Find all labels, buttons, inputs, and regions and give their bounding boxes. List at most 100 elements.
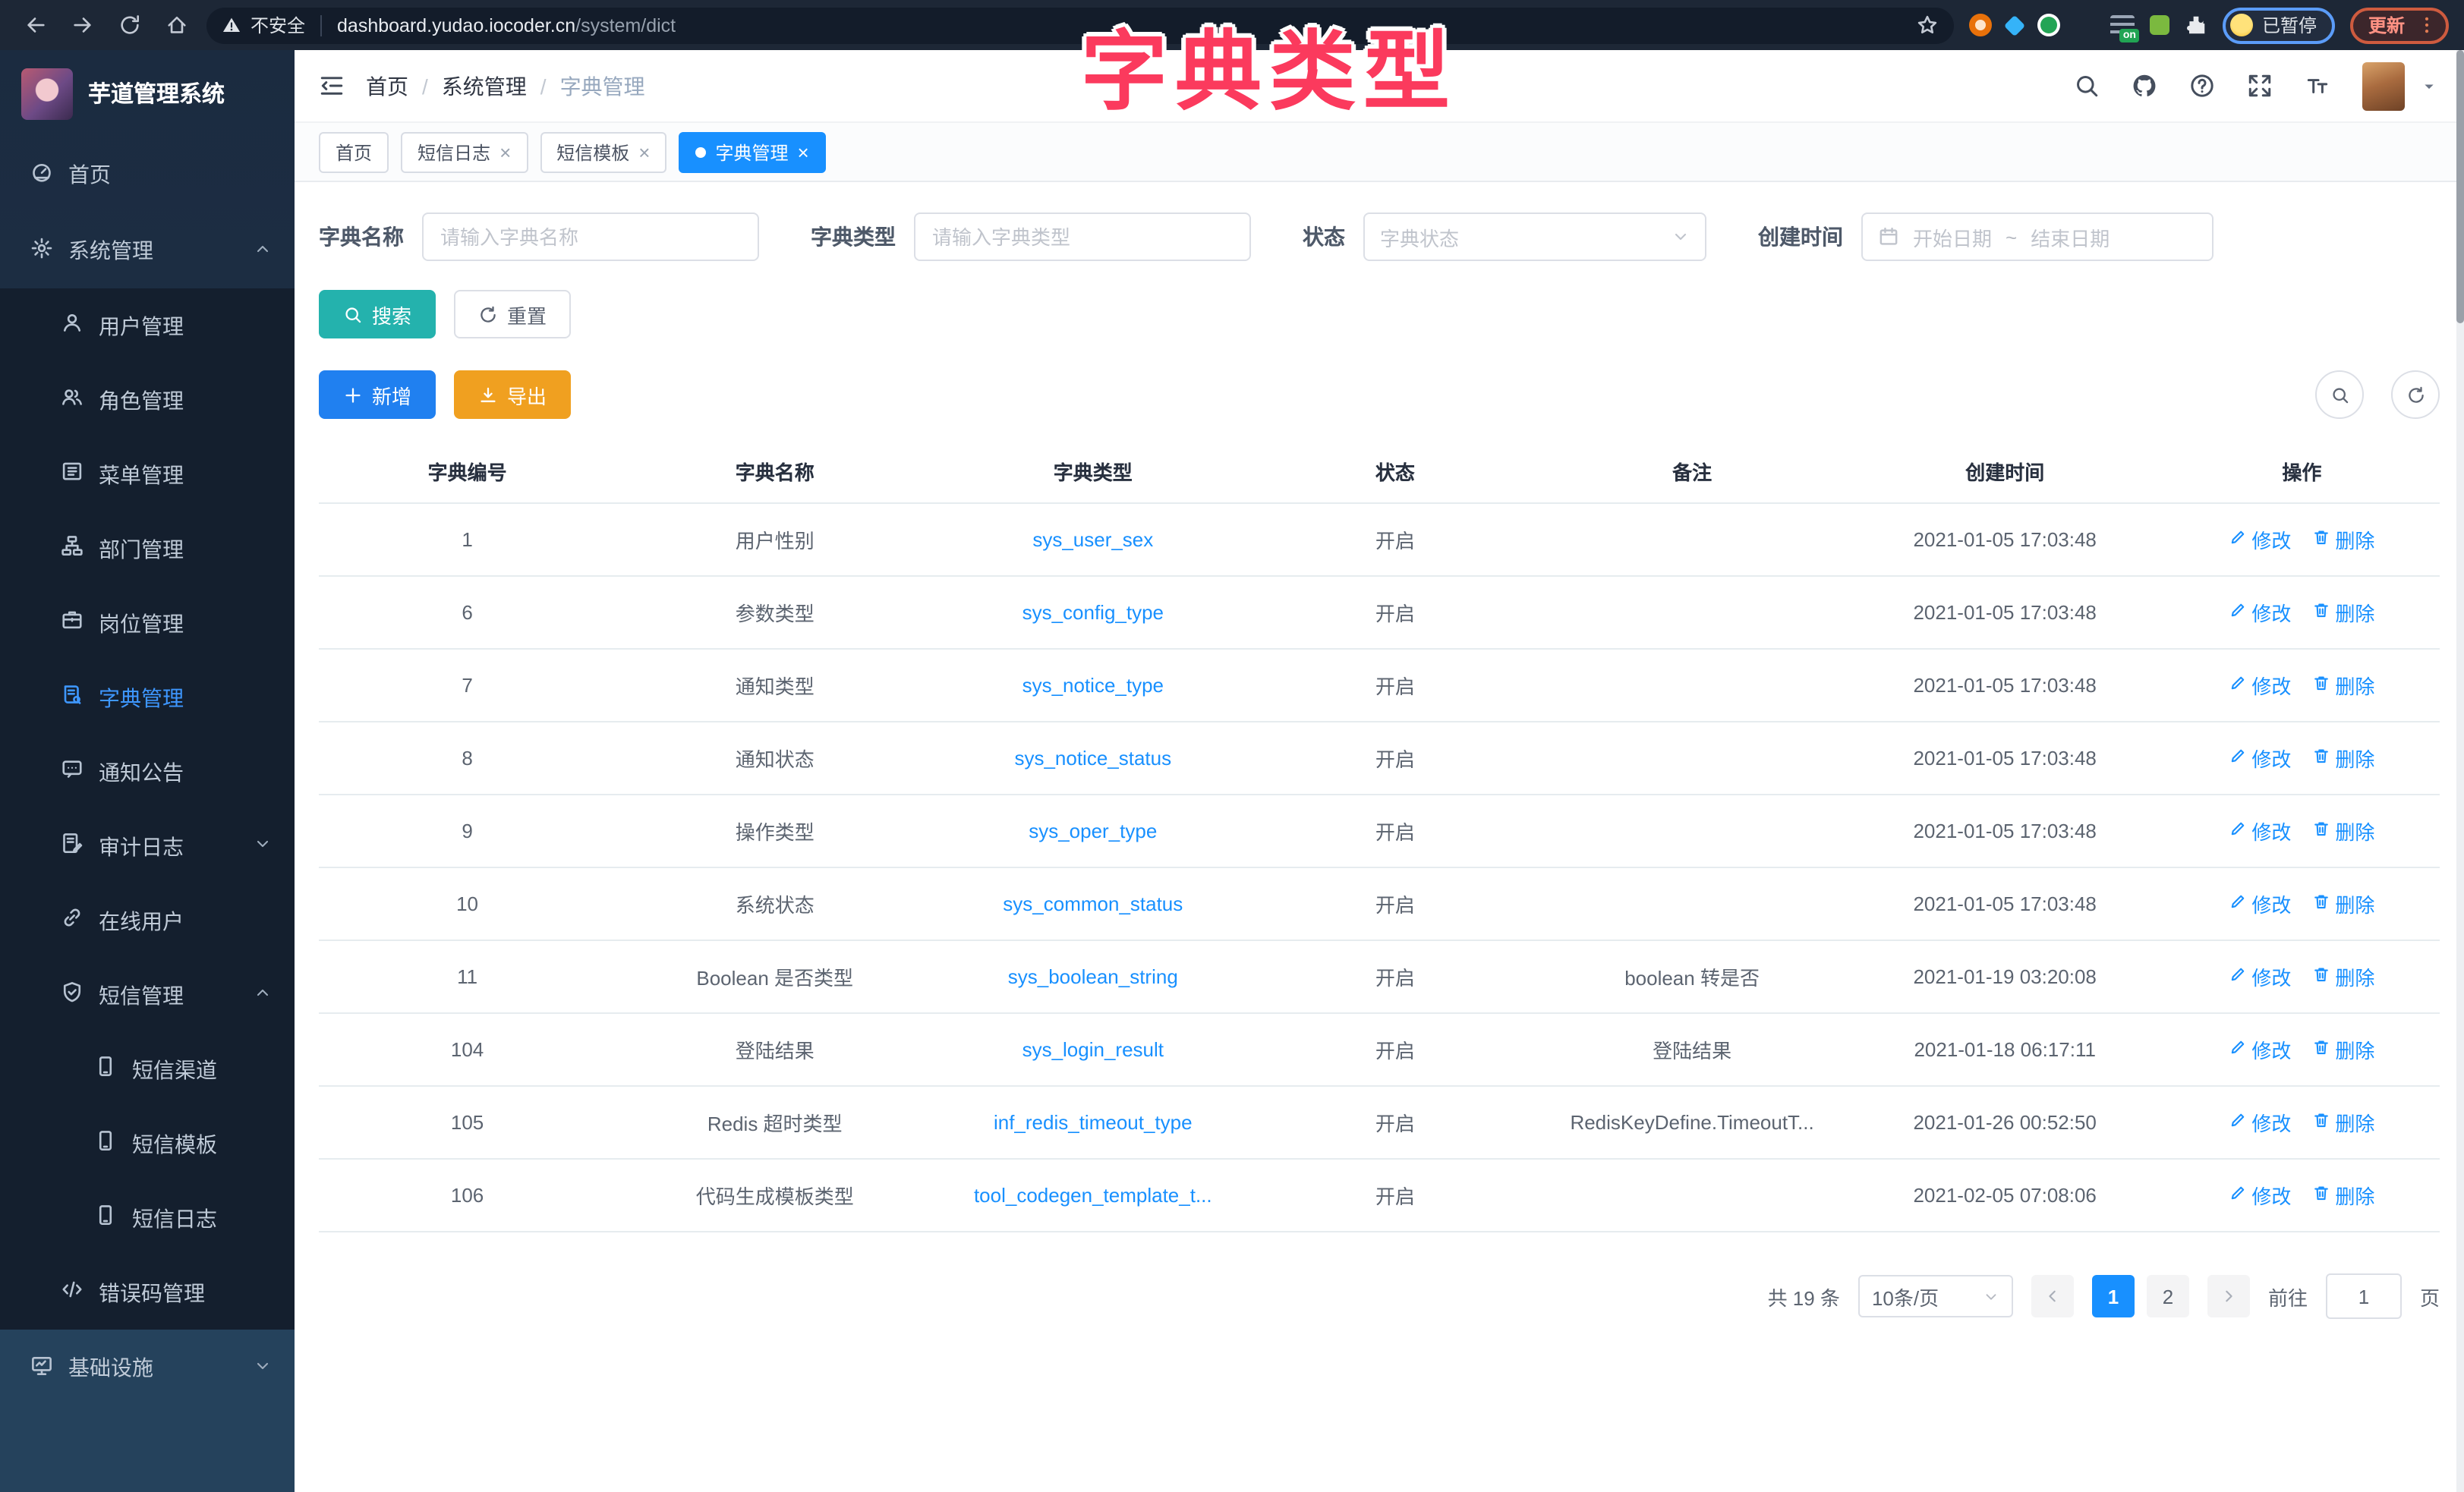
font-size-icon[interactable]	[2305, 73, 2330, 99]
cell-dict-type-text[interactable]: sys_common_status	[1003, 892, 1183, 915]
cell-dict-type-text[interactable]: sys_user_sex	[1032, 528, 1153, 551]
edit-row-button[interactable]: 修改	[2229, 671, 2291, 700]
sidebar-item-sms-template[interactable]: 短信模板	[0, 1106, 295, 1181]
github-icon[interactable]	[2132, 73, 2157, 99]
edit-row-button[interactable]: 修改	[2229, 1181, 2291, 1210]
extension-green-circle-icon[interactable]	[2037, 14, 2060, 36]
tab-3[interactable]: 字典管理×	[679, 131, 825, 172]
scrollbar-thumb[interactable]	[2456, 50, 2464, 323]
extension-grid-icon[interactable]	[2075, 15, 2095, 35]
extension-gem-icon[interactable]	[2004, 14, 2025, 36]
back-icon[interactable]	[24, 14, 47, 36]
cell-dict-type-text[interactable]: sys_notice_type	[1022, 674, 1164, 697]
reset-button[interactable]: 重置	[454, 290, 571, 338]
table-search-toggle-button[interactable]	[2315, 370, 2364, 419]
delete-row-button[interactable]: 删除	[2312, 1035, 2374, 1064]
create-time-range-picker[interactable]: 开始日期 ~ 结束日期	[1861, 212, 2214, 261]
search-icon[interactable]	[2074, 73, 2100, 99]
delete-row-button[interactable]: 删除	[2312, 744, 2374, 773]
tab-0[interactable]: 首页	[319, 131, 389, 172]
delete-row-button[interactable]: 删除	[2312, 889, 2374, 918]
browser-home-icon[interactable]	[165, 14, 188, 36]
search-button[interactable]: 搜索	[319, 290, 436, 338]
edit-row-button[interactable]: 修改	[2229, 525, 2291, 554]
forward-icon[interactable]	[71, 14, 94, 36]
help-icon[interactable]	[2189, 73, 2215, 99]
edit-row-button[interactable]: 修改	[2229, 598, 2291, 627]
window-scrollbar[interactable]	[2456, 50, 2464, 1492]
cell-dict-type-text[interactable]: sys_config_type	[1022, 601, 1164, 624]
sidebar-item-online-user[interactable]: 在线用户	[0, 883, 295, 958]
delete-row-button[interactable]: 删除	[2312, 598, 2374, 627]
delete-row-button[interactable]: 删除	[2312, 962, 2374, 991]
extension-orange-icon[interactable]	[1969, 14, 1992, 36]
address-bar[interactable]: 不安全 dashboard.yudao.iocoder.cn/system/di…	[206, 7, 1954, 43]
sidebar-item-user[interactable]: 用户管理	[0, 288, 295, 363]
user-menu-caret-icon[interactable]	[2421, 78, 2437, 93]
close-tab-icon[interactable]: ×	[798, 140, 809, 163]
sidebar-item-menu[interactable]: 菜单管理	[0, 437, 295, 511]
sidebar-item-home[interactable]: 首页	[0, 137, 295, 212]
sidebar-item-sms-log[interactable]: 短信日志	[0, 1181, 295, 1255]
delete-row-button[interactable]: 删除	[2312, 817, 2374, 845]
app-logo[interactable]: 芋道管理系统	[0, 50, 295, 137]
browser-menu-icon[interactable]	[2417, 15, 2437, 35]
sidebar-item-notice[interactable]: 通知公告	[0, 735, 295, 809]
dict-type-input[interactable]	[914, 212, 1251, 261]
page-button-1[interactable]: 1	[2092, 1275, 2135, 1317]
cell-dict-type-text[interactable]: sys_oper_type	[1029, 820, 1157, 842]
edit-row-button[interactable]: 修改	[2229, 1035, 2291, 1064]
reload-icon[interactable]	[118, 14, 141, 36]
browser-update-button[interactable]: 更新	[2350, 7, 2449, 43]
cell-dict-type-text[interactable]: sys_boolean_string	[1008, 965, 1178, 988]
page-size-select[interactable]: 10条/页	[1858, 1275, 2013, 1317]
delete-row-button[interactable]: 删除	[2312, 525, 2374, 554]
collapse-sidebar-icon[interactable]	[319, 73, 345, 99]
edit-row-button[interactable]: 修改	[2229, 889, 2291, 918]
profile-paused-pill[interactable]: 已暂停	[2223, 7, 2335, 43]
status-select[interactable]: 字典状态	[1363, 212, 1706, 261]
sidebar-item-sms[interactable]: 短信管理	[0, 958, 295, 1032]
close-tab-icon[interactable]: ×	[499, 140, 511, 163]
cell-dict-type-text[interactable]: inf_redis_timeout_type	[994, 1111, 1193, 1134]
extension-on-badge-icon[interactable]: on	[2110, 14, 2135, 36]
fullscreen-icon[interactable]	[2247, 73, 2273, 99]
sidebar-item-audit-log[interactable]: 审计日志	[0, 809, 295, 883]
tab-2[interactable]: 短信模板×	[540, 131, 666, 172]
export-button[interactable]: 导出	[454, 370, 571, 419]
cell-dict-type-text[interactable]: sys_login_result	[1022, 1038, 1164, 1061]
not-secure-warning-icon[interactable]	[222, 15, 241, 35]
prev-page-button[interactable]	[2031, 1275, 2074, 1317]
cell-dict-type-text[interactable]: tool_codegen_template_t...	[974, 1184, 1212, 1207]
next-page-button[interactable]	[2207, 1275, 2250, 1317]
sidebar-item-sms-channel[interactable]: 短信渠道	[0, 1032, 295, 1106]
extension-green-square-icon[interactable]	[2150, 15, 2169, 35]
sidebar-item-post[interactable]: 岗位管理	[0, 586, 295, 660]
add-button[interactable]: 新增	[319, 370, 436, 419]
extensions-puzzle-icon[interactable]	[2185, 14, 2207, 36]
not-secure-label[interactable]: 不安全	[250, 12, 305, 38]
cell-dict-type-text[interactable]: sys_notice_status	[1014, 747, 1171, 770]
sidebar-item-dict[interactable]: 字典管理	[0, 660, 295, 735]
delete-row-button[interactable]: 删除	[2312, 1108, 2374, 1137]
sidebar-item-infra[interactable]: 基础设施	[0, 1330, 295, 1405]
edit-row-button[interactable]: 修改	[2229, 1108, 2291, 1137]
tab-1[interactable]: 短信日志×	[401, 131, 528, 172]
edit-row-button[interactable]: 修改	[2229, 817, 2291, 845]
delete-row-button[interactable]: 删除	[2312, 1181, 2374, 1210]
edit-row-button[interactable]: 修改	[2229, 962, 2291, 991]
breadcrumb-system[interactable]: 系统管理	[442, 71, 527, 101]
delete-row-button[interactable]: 删除	[2312, 671, 2374, 700]
user-avatar[interactable]	[2362, 61, 2405, 110]
goto-page-input[interactable]	[2326, 1273, 2402, 1319]
page-button-2[interactable]: 2	[2147, 1275, 2189, 1317]
bookmark-star-icon[interactable]	[1916, 14, 1939, 36]
sidebar-item-system[interactable]: 系统管理	[0, 212, 295, 288]
sidebar-item-role[interactable]: 角色管理	[0, 363, 295, 437]
dict-name-input[interactable]	[422, 212, 759, 261]
edit-row-button[interactable]: 修改	[2229, 744, 2291, 773]
sidebar-item-error-code[interactable]: 错误码管理	[0, 1255, 295, 1330]
sidebar-item-dept[interactable]: 部门管理	[0, 511, 295, 586]
close-tab-icon[interactable]: ×	[638, 140, 650, 163]
table-refresh-button[interactable]	[2391, 370, 2440, 419]
